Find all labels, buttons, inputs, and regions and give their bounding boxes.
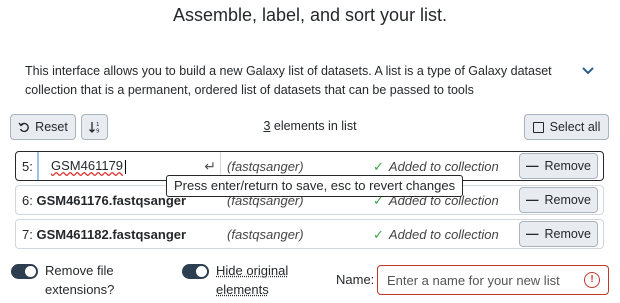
hide-original-toggle[interactable]	[182, 264, 209, 279]
element-name-value: GSM461179	[51, 158, 124, 173]
added-status: ✓ Added to collection	[373, 159, 499, 175]
reset-label: Reset	[35, 120, 68, 134]
remove-button[interactable]: — Remove	[519, 153, 598, 179]
remove-button[interactable]: — Remove	[519, 187, 598, 213]
remove-button[interactable]: — Remove	[519, 221, 598, 247]
enter-key-icon[interactable]: ↵	[204, 158, 216, 175]
sort-numeric-icon: 1 9	[88, 122, 100, 135]
error-icon: !	[584, 272, 600, 288]
list-item-index: 5:	[22, 159, 33, 174]
remove-label: Remove	[544, 227, 592, 241]
list-item[interactable]: 7: GSM461182.fastqsanger (fastqsanger) ✓…	[15, 219, 604, 249]
minus-icon: —	[525, 193, 539, 207]
element-count-label: elements in list	[270, 119, 357, 133]
added-status-label: Added to collection	[388, 227, 499, 242]
svg-text:1: 1	[96, 122, 100, 128]
collection-name-placeholder: Enter a name for your new list	[387, 273, 560, 288]
undo-icon	[18, 122, 30, 133]
list-item-label: 7: GSM461182.fastqsanger	[22, 227, 186, 242]
remove-label: Remove	[544, 159, 592, 173]
hide-original-label[interactable]: Hide original elements	[216, 261, 288, 299]
name-label: Name:	[336, 272, 375, 287]
remove-extensions-line2: extensions?	[45, 282, 115, 297]
svg-text:9: 9	[96, 129, 100, 135]
hide-original-line2: elements	[216, 282, 269, 297]
added-status-label: Added to collection	[388, 159, 499, 174]
remove-extensions-toggle[interactable]	[11, 264, 38, 279]
hide-original-line1: Hide original	[216, 263, 289, 278]
description-text: This interface allows you to build a new…	[25, 64, 552, 97]
collection-name-input[interactable]: Enter a name for your new list !	[377, 265, 609, 295]
list-item-extension: (fastqsanger)	[227, 227, 304, 242]
check-icon: ✓	[373, 227, 384, 242]
list-item-extension: (fastqsanger)	[227, 159, 304, 174]
list-item-name[interactable]: GSM461182.fastqsanger	[36, 227, 186, 242]
remove-extensions-line1: Remove file	[45, 263, 114, 278]
list-item-index: 7:	[22, 227, 33, 242]
page-title: Assemble, label, and sort your list.	[172, 5, 448, 25]
select-all-label: Select all	[549, 120, 601, 134]
sort-button[interactable]: 1 9	[81, 114, 108, 140]
check-icon: ✓	[373, 159, 384, 174]
list-item-index: 6:	[22, 193, 33, 208]
minus-icon: —	[525, 159, 539, 173]
remove-label: Remove	[544, 193, 592, 207]
checkbox-icon	[532, 121, 544, 133]
reset-button[interactable]: Reset	[10, 114, 76, 140]
list-item-label: 6: GSM461176.fastqsanger	[22, 193, 186, 208]
chevron-down-icon[interactable]	[580, 63, 596, 79]
element-count: 3 elements in list	[210, 119, 410, 133]
minus-icon: —	[525, 227, 539, 241]
tooltip: Press enter/return to save, esc to rever…	[166, 175, 464, 197]
remove-extensions-label[interactable]: Remove file extensions?	[45, 261, 114, 299]
list-item-name[interactable]: GSM461176.fastqsanger	[36, 193, 186, 208]
text-caret	[125, 159, 127, 174]
select-all-button[interactable]: Select all	[524, 114, 609, 140]
added-status: ✓ Added to collection	[373, 227, 499, 243]
